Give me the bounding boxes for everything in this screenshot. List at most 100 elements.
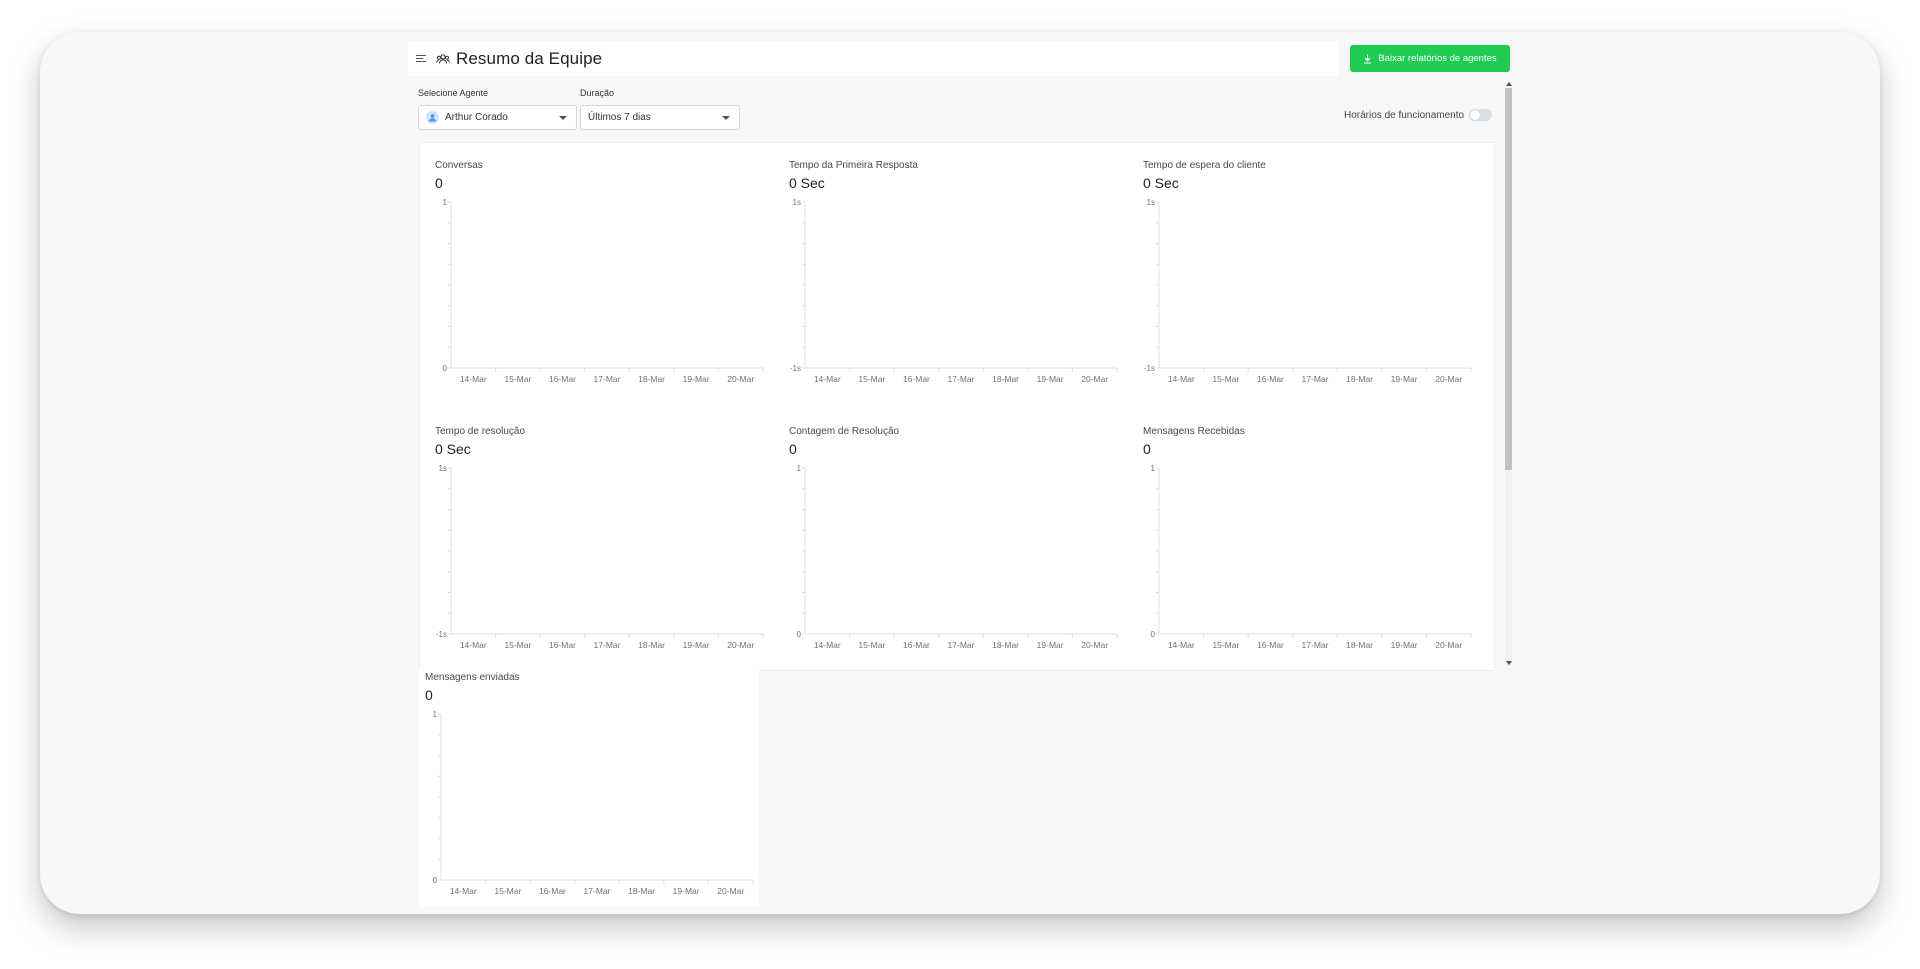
x-tick-label: 17-Mar (948, 374, 975, 384)
user-icon (429, 114, 436, 122)
x-tick-label: 20-Mar (727, 640, 754, 650)
x-tick-label: 20-Mar (727, 374, 754, 384)
y-tick-min: -1s (1144, 364, 1155, 373)
metric-value: 0 Sec (789, 175, 825, 191)
x-tick-label: 18-Mar (638, 374, 665, 384)
x-tick-label: 20-Mar (1435, 374, 1462, 384)
metric-value: 0 Sec (1143, 175, 1179, 191)
x-tick-label: 16-Mar (1257, 640, 1284, 650)
x-tick-label: 18-Mar (1346, 640, 1373, 650)
x-tick-label: 20-Mar (717, 886, 744, 896)
download-button-label: Baixar relatórios de agentes (1378, 53, 1497, 64)
y-tick-max: 1s (793, 198, 801, 207)
x-tick-label: 16-Mar (903, 374, 930, 384)
x-tick-label: 17-Mar (1302, 640, 1329, 650)
metric-chart: 1s -1s 14-Mar 15-Mar 16-Mar 17-Mar 18-Mar 19-Ma… (1144, 198, 1472, 384)
metric-value: 0 (435, 175, 443, 191)
y-tick-min: 0 (797, 630, 802, 639)
y-tick-max: 1 (433, 710, 438, 719)
metric-value: 0 (425, 687, 433, 703)
x-tick-label: 14-Mar (450, 886, 477, 896)
y-tick-min: 0 (433, 876, 438, 885)
x-tick-label: 18-Mar (628, 886, 655, 896)
chevron-down-icon (559, 116, 567, 120)
metric-value: 0 (789, 441, 797, 457)
x-tick-label: 19-Mar (683, 640, 710, 650)
duration-select-value: Últimos 7 dias (588, 112, 651, 123)
metric-title: Tempo de resolução (435, 426, 526, 437)
x-tick-label: 16-Mar (549, 640, 576, 650)
duration-select-label: Duração (580, 88, 615, 98)
x-tick-label: 19-Mar (1037, 374, 1064, 384)
page-header: Resumo da Equipe (408, 41, 1338, 76)
page-title: Resumo da Equipe (456, 48, 603, 68)
metric-value: 0 (1143, 441, 1151, 457)
download-icon (1364, 54, 1372, 64)
metric-chart: 1 0 14-Mar 15-Mar 16-Mar 17-Mar 18-Mar 19-Mar 20… (443, 198, 764, 384)
y-tick-min: -1s (436, 630, 447, 639)
x-tick-label: 18-Mar (638, 640, 665, 650)
x-tick-label: 15-Mar (858, 640, 885, 650)
y-tick-min: 0 (1151, 630, 1156, 639)
x-tick-label: 16-Mar (1257, 374, 1284, 384)
x-tick-label: 20-Mar (1081, 374, 1108, 384)
agent-avatar (426, 111, 439, 124)
y-tick-max: 1 (443, 198, 448, 207)
x-tick-label: 20-Mar (1081, 640, 1108, 650)
x-tick-label: 14-Mar (460, 640, 487, 650)
x-tick-label: 17-Mar (594, 640, 621, 650)
metric-title: Tempo da Primeira Resposta (789, 160, 918, 171)
x-tick-label: 19-Mar (683, 374, 710, 384)
x-tick-label: 16-Mar (903, 640, 930, 650)
scroll-up-arrow[interactable] (1505, 81, 1512, 87)
x-tick-label: 19-Mar (1391, 640, 1418, 650)
x-tick-label: 19-Mar (673, 886, 700, 896)
duration-select[interactable]: Últimos 7 dias (580, 105, 740, 130)
x-tick-label: 17-Mar (594, 374, 621, 384)
metric-title: Mensagens enviadas (425, 672, 520, 683)
scroll-down-arrow[interactable] (1505, 660, 1512, 666)
metric-chart: 1s -1s 14-Mar 15-Mar 16-Mar 17-Mar 18-Mar 19-Ma… (436, 464, 764, 650)
x-tick-label: 14-Mar (814, 374, 841, 384)
x-tick-label: 15-Mar (494, 886, 521, 896)
metric-title: Contagem de Resolução (789, 426, 900, 437)
business-hours-toggle[interactable] (1469, 109, 1492, 121)
download-agent-reports-button[interactable]: Baixar relatórios de agentes (1350, 45, 1510, 72)
x-tick-label: 14-Mar (460, 374, 487, 384)
team-icon (436, 53, 450, 63)
y-tick-max: 1 (797, 464, 802, 473)
y-tick-max: 1s (1147, 198, 1155, 207)
agent-select-label: Selecione Agente (418, 88, 489, 98)
x-tick-label: 15-Mar (858, 374, 885, 384)
metric-title: Tempo de espera do cliente (1143, 160, 1266, 171)
scrollbar[interactable] (1505, 88, 1512, 666)
x-tick-label: 16-Mar (539, 886, 566, 896)
x-tick-label: 20-Mar (1435, 640, 1462, 650)
metric-title: Mensagens Recebidas (1143, 426, 1245, 437)
x-tick-label: 17-Mar (584, 886, 611, 896)
agent-select-value: Arthur Corado (445, 112, 508, 123)
x-tick-label: 16-Mar (549, 374, 576, 384)
metric-chart: 1s -1s 14-Mar 15-Mar 16-Mar 17-Mar 18-Mar 19-Ma… (790, 198, 1118, 384)
x-tick-label: 15-Mar (1212, 640, 1239, 650)
x-tick-label: 19-Mar (1037, 640, 1064, 650)
x-tick-label: 14-Mar (1168, 640, 1195, 650)
x-tick-label: 15-Mar (504, 374, 531, 384)
scrollbar-thumb[interactable] (1505, 88, 1512, 470)
x-tick-label: 18-Mar (992, 374, 1019, 384)
toggle-knob (1470, 110, 1480, 120)
x-tick-label: 14-Mar (1168, 374, 1195, 384)
menu-icon[interactable] (416, 54, 426, 63)
business-hours-label: Horários de funcionamento (1344, 110, 1465, 121)
metric-chart: 1 0 14-Mar 15-Mar 16-Mar 17-Mar 18-Mar 19-Mar 20… (433, 710, 754, 896)
x-tick-label: 19-Mar (1391, 374, 1418, 384)
x-tick-label: 17-Mar (1302, 374, 1329, 384)
y-tick-min: 0 (443, 364, 448, 373)
metric-title: Conversas (435, 160, 483, 171)
agent-select[interactable]: Arthur Corado (418, 105, 577, 130)
y-tick-max: 1s (439, 464, 447, 473)
x-tick-label: 14-Mar (814, 640, 841, 650)
x-tick-label: 15-Mar (1212, 374, 1239, 384)
x-tick-label: 17-Mar (948, 640, 975, 650)
metric-value: 0 Sec (435, 441, 471, 457)
